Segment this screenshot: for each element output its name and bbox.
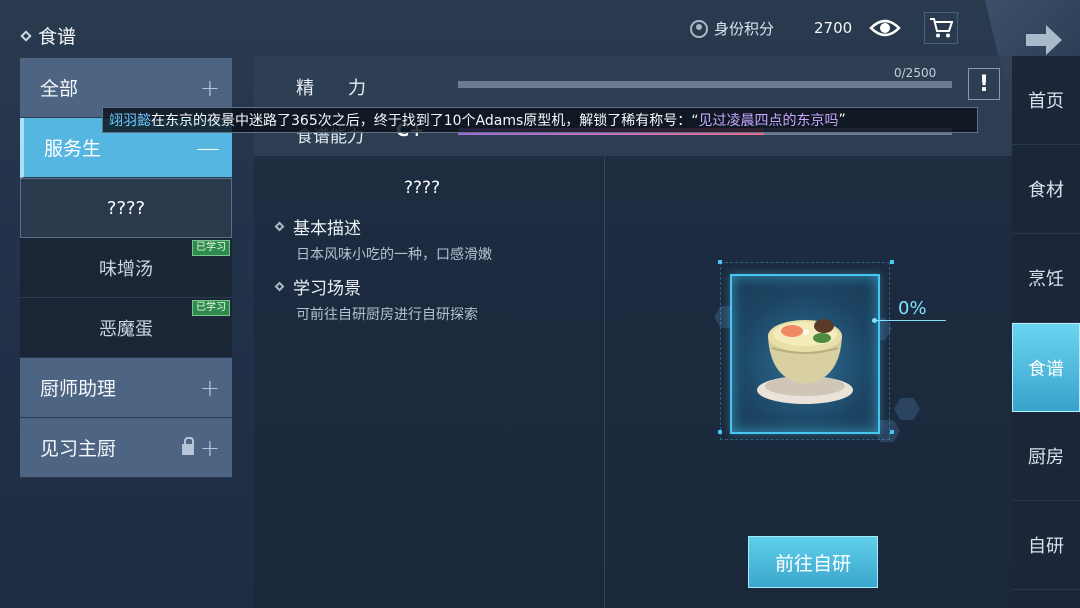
energy-bar — [458, 81, 952, 88]
category-label: 见习主厨 — [40, 438, 117, 460]
description-heading: 基本描述 — [274, 214, 361, 239]
description-title: 基本描述 — [293, 219, 361, 239]
nav-ingredients[interactable]: 食材 — [1012, 145, 1080, 234]
study-progress: 0% — [898, 298, 927, 319]
nav-home[interactable]: 首页 — [1012, 56, 1080, 145]
expand-icon: + — [199, 73, 220, 102]
page-title: 食谱 — [38, 26, 77, 48]
dish-image-frame — [730, 274, 880, 434]
top-bar: 食谱 身份积分 2700 — [0, 0, 1080, 80]
expand-icon: + — [199, 433, 220, 462]
nav-recipes[interactable]: 食谱 — [1012, 323, 1080, 412]
nav-kitchen[interactable]: 厨房 — [1012, 412, 1080, 501]
goto-research-button[interactable]: 前往自研 — [748, 536, 878, 588]
recipe-item[interactable]: 已学习 味增汤 — [20, 238, 232, 298]
broadcast-close-quote: ” — [838, 112, 846, 128]
shop-button[interactable] — [924, 12, 958, 44]
broadcast-banner: 翊羽懿 在东京的夜景中迷路了365次之后，终于找到了10个Adams原型机，解锁… — [102, 107, 978, 133]
chawanmushi-icon — [757, 319, 853, 404]
stats-area: 精力 0/2500 ! 食谱能力 C+ — [254, 56, 1012, 156]
learn-text: 可前往自研厨房进行自研探索 — [296, 307, 478, 323]
description-text: 日本风味小吃的一种，口感滑嫩 — [296, 247, 492, 263]
recipe-label: 恶魔蛋 — [99, 318, 153, 340]
eye-button[interactable] — [868, 12, 902, 44]
category-label: 服务生 — [44, 138, 102, 160]
dish-name: ???? — [404, 178, 441, 198]
right-navigation: 首页 食材 烹饪 食谱 厨房 自研 — [1012, 56, 1080, 608]
corner-dot — [718, 430, 722, 434]
nav-research[interactable]: 自研 — [1012, 501, 1080, 590]
learn-title: 学习场景 — [293, 279, 361, 299]
recipe-label: 味增汤 — [99, 258, 153, 280]
identity-score: 2700 — [814, 19, 853, 37]
energy-label: 精力 — [296, 78, 400, 99]
player-name: 翊羽懿 — [109, 113, 151, 129]
diamond-icon — [274, 281, 285, 292]
learned-badge: 已学习 — [192, 240, 230, 256]
corner-dot — [890, 430, 894, 434]
cart-icon — [930, 18, 953, 38]
nav-cooking[interactable]: 烹饪 — [1012, 234, 1080, 323]
progress-pointer-line — [874, 320, 946, 321]
diamond-icon — [274, 221, 285, 232]
diamond-icon — [20, 29, 32, 42]
broadcast-message: 在东京的夜景中迷路了365次之后，终于找到了10个Adams原型机，解锁了稀有称… — [151, 113, 699, 129]
category-label: 全部 — [40, 78, 79, 100]
page-title-wrap: 食谱 — [20, 22, 77, 49]
learned-badge: 已学习 — [192, 300, 230, 316]
identity-label: 身份积分 — [714, 20, 775, 38]
category-label: 厨师助理 — [40, 378, 117, 400]
corner-dot — [890, 260, 894, 264]
expand-icon: + — [199, 373, 220, 402]
energy-count: 0/2500 — [894, 66, 937, 80]
lock-expand-group: + — [181, 433, 220, 462]
hex-decoration — [894, 398, 920, 420]
corner-dot — [718, 260, 722, 264]
category-chef-assistant[interactable]: 厨师助理 + — [20, 358, 232, 418]
identity-points: 身份积分 — [690, 18, 774, 39]
info-button[interactable]: ! — [968, 68, 1000, 100]
rare-title: 见过凌晨四点的东京吗 — [698, 113, 839, 129]
recipe-detail-panel: 精力 0/2500 ! 食谱能力 C+ ???? 基本描述 日本风味小吃的一种，… — [254, 56, 1012, 608]
lock-icon — [181, 437, 194, 455]
person-icon — [690, 19, 708, 38]
collapse-icon: — — [196, 133, 220, 162]
category-trainee-chef[interactable]: 见习主厨 + — [20, 418, 232, 478]
learn-heading: 学习场景 — [274, 274, 361, 299]
eye-icon — [869, 19, 901, 37]
recipe-item[interactable]: 已学习 恶魔蛋 — [20, 298, 232, 358]
recipe-label: ???? — [106, 197, 146, 219]
arrow-right-icon — [1026, 25, 1062, 55]
divider — [604, 156, 605, 608]
recipe-item[interactable]: ???? — [20, 178, 232, 238]
